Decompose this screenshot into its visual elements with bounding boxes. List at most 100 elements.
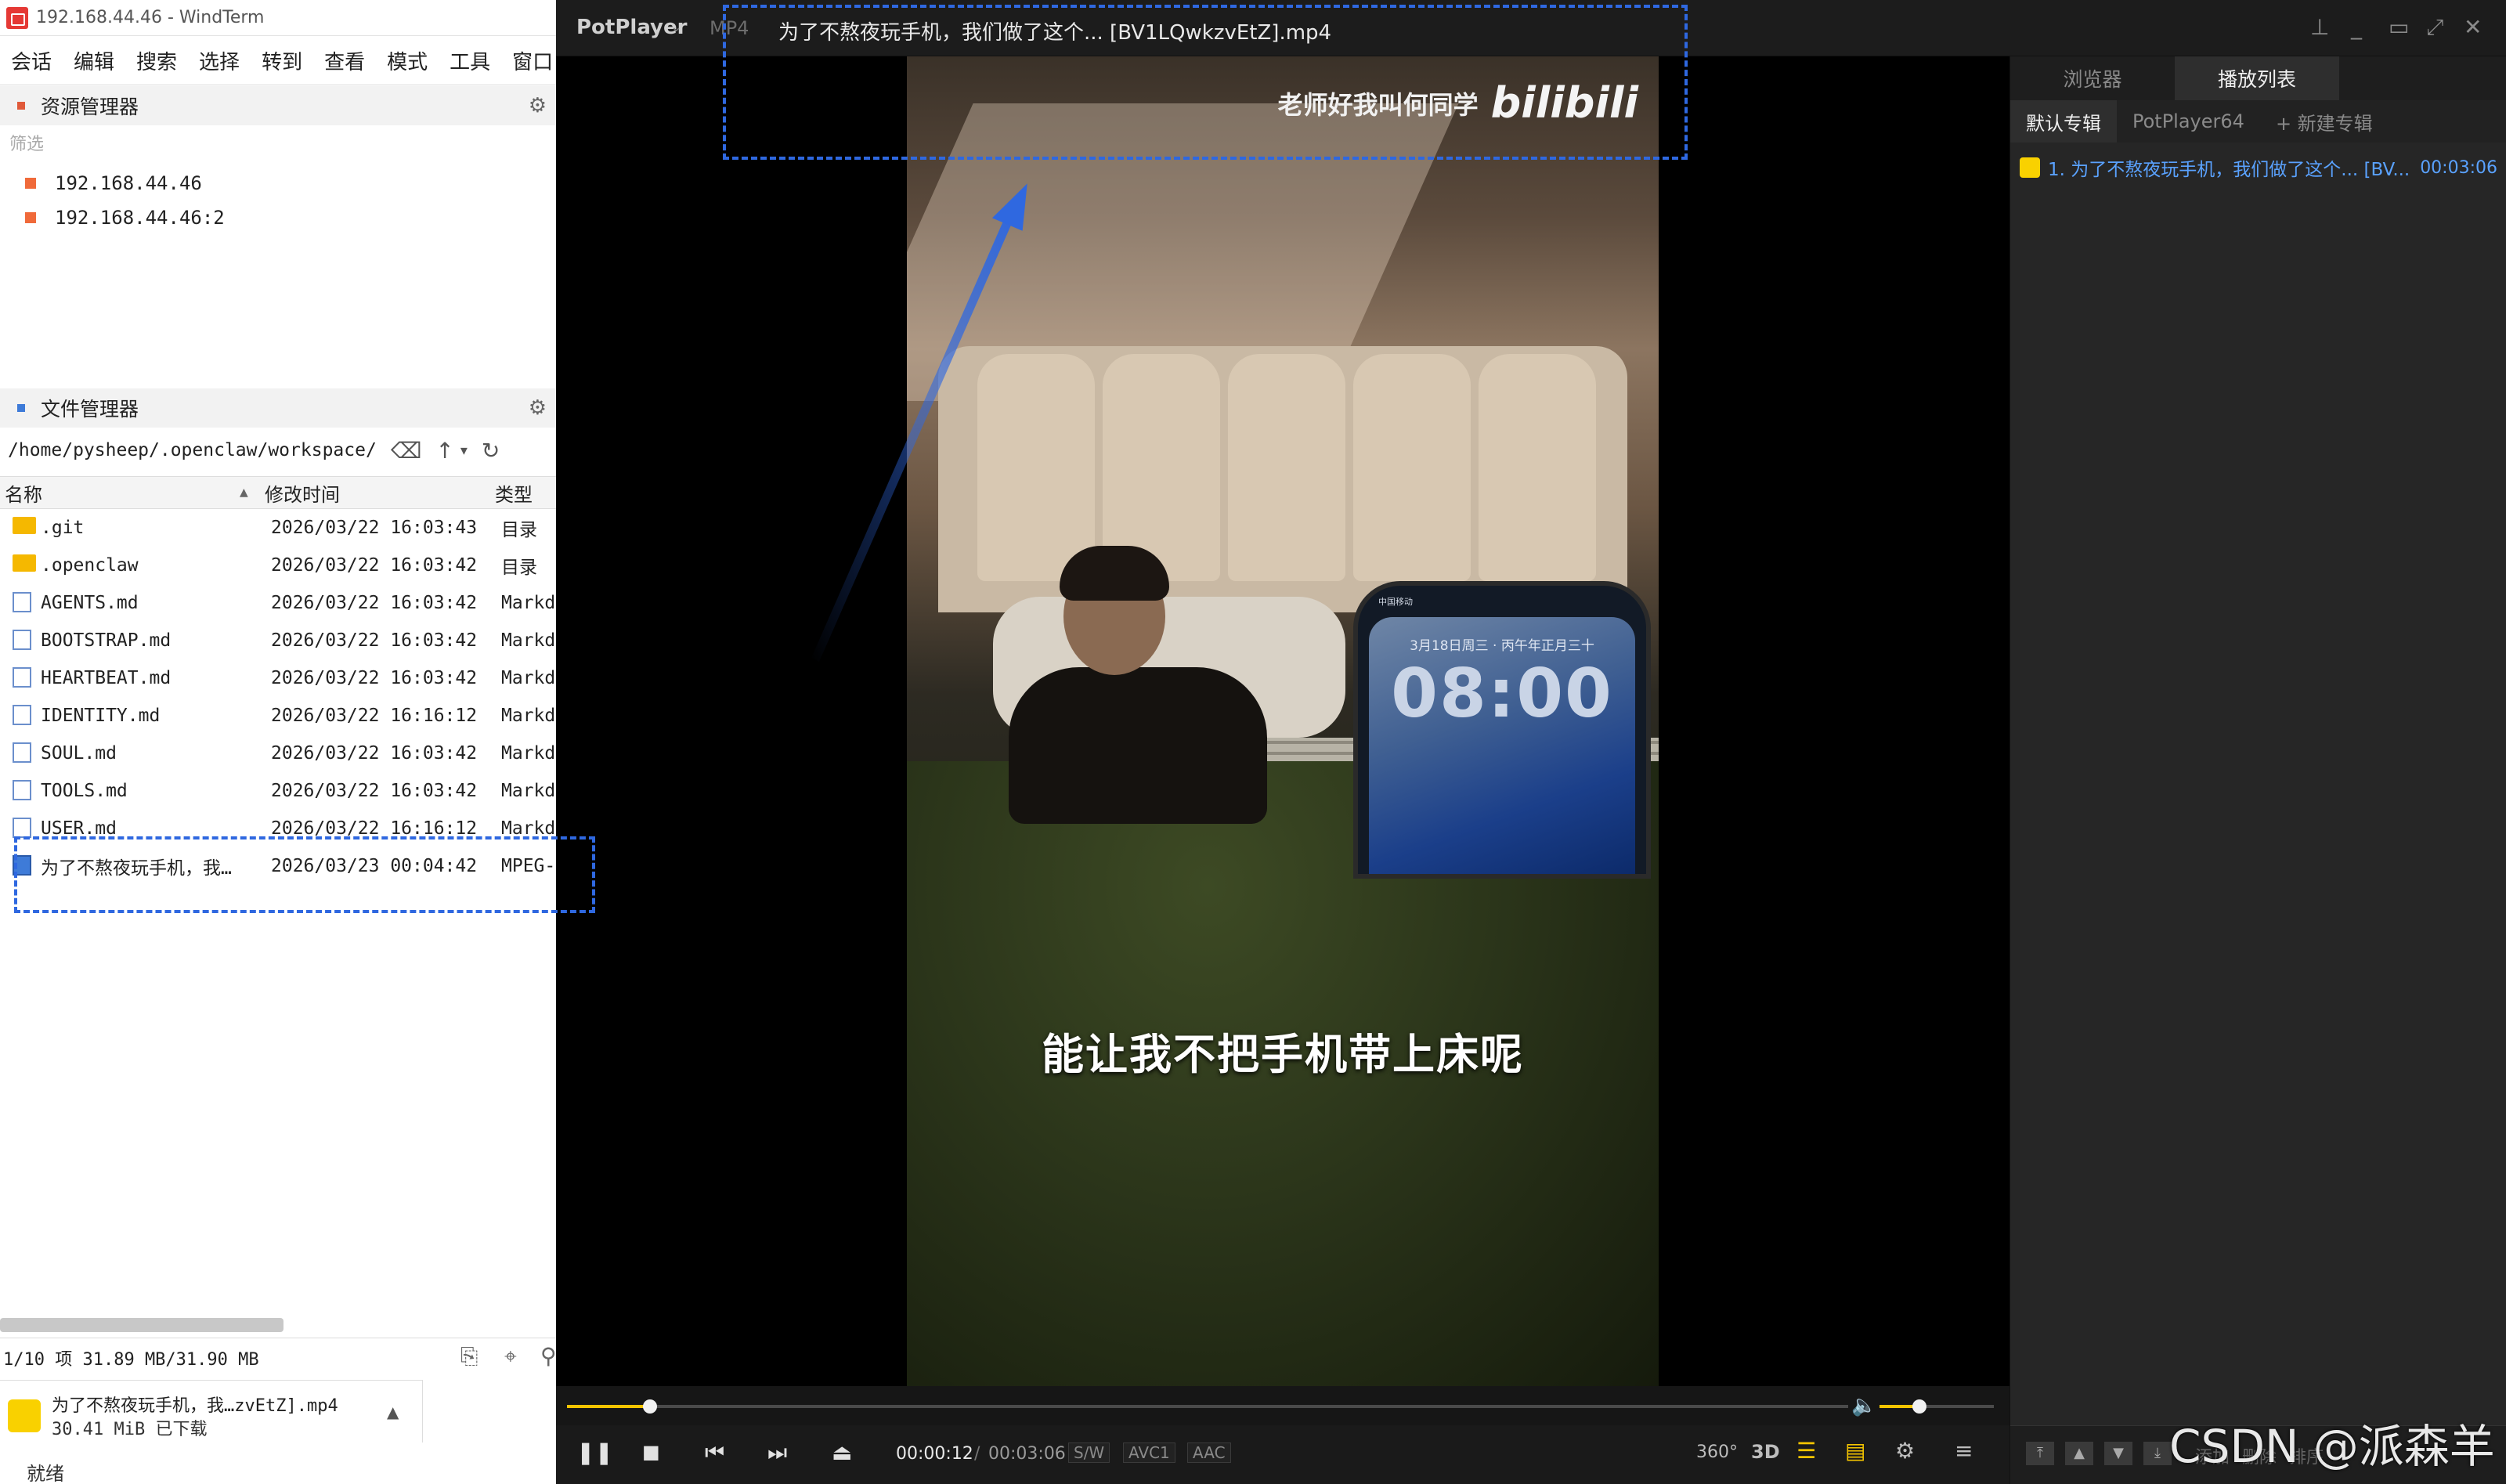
menu-mode[interactable]: 模式 (387, 46, 428, 75)
menu-edit[interactable]: 编辑 (74, 46, 114, 75)
file-name: BOOTSTRAP.md (41, 630, 172, 651)
stop-icon[interactable]: ■ (642, 1441, 660, 1463)
document-icon (13, 780, 31, 800)
gear-icon[interactable]: ⚙ (529, 396, 547, 420)
refresh-icon[interactable]: ↻ (482, 438, 500, 464)
tab-browser[interactable]: 浏览器 (2010, 56, 2175, 100)
playlist-search-icon[interactable]: ☰ (1796, 1438, 1816, 1464)
clear-path-icon[interactable]: ⌫ (391, 438, 422, 464)
horizontal-scrollbar[interactable] (0, 1318, 283, 1332)
column-modified[interactable]: 修改时间 (265, 479, 340, 507)
chevron-up-icon[interactable]: ▲ (387, 1403, 399, 1421)
seek-thumb[interactable] (643, 1399, 658, 1414)
close-icon[interactable]: ✕ (2464, 14, 2482, 40)
location-pin-icon[interactable]: ⌖ (504, 1343, 517, 1370)
column-type[interactable]: 类型 (495, 479, 533, 507)
column-name[interactable]: 名称 (5, 479, 42, 507)
panel-marker-icon (17, 404, 25, 412)
seek-row: 🔈 (556, 1386, 2009, 1425)
folder-export-icon[interactable]: ⎘ (460, 1343, 478, 1370)
file-modified: 2026/03/22 16:16:12 (271, 706, 478, 726)
file-row[interactable]: AGENTS.md 2026/03/22 16:03:42 Markd (0, 584, 556, 622)
menu-goto[interactable]: 转到 (262, 46, 302, 75)
history-dropdown-icon[interactable]: ▾ (460, 442, 468, 459)
previous-icon[interactable]: ⏮ (705, 1439, 724, 1466)
settings-icon[interactable]: ⚙ (1895, 1438, 1915, 1464)
file-row[interactable]: IDENTITY.md 2026/03/22 16:16:12 Markd (0, 697, 556, 735)
volume-slider[interactable] (1880, 1399, 1994, 1414)
total-time: 00:03:06 (988, 1444, 1066, 1464)
menu-search[interactable]: 搜索 (136, 46, 177, 75)
resource-filter-input[interactable]: 筛选 (9, 130, 44, 155)
file-name: IDENTITY.md (41, 706, 161, 726)
file-table-header: 名称 ▲ 修改时间 类型 (0, 476, 556, 509)
file-type: Markd (501, 668, 556, 688)
file-row[interactable]: .git 2026/03/22 16:03:43 目录 (0, 509, 556, 547)
user-icon[interactable]: ⚲ (540, 1343, 556, 1369)
file-row[interactable]: BOOTSTRAP.md 2026/03/22 16:03:42 Markd (0, 622, 556, 659)
menu-window[interactable]: 窗口 (512, 46, 553, 75)
album-potplayer64[interactable]: PotPlayer64 (2117, 100, 2260, 143)
next-icon[interactable]: ⏭ (767, 1439, 787, 1466)
file-manager-header: 文件管理器 ⚙ (0, 388, 556, 428)
seek-progress (567, 1405, 651, 1408)
menu-session[interactable]: 会话 (11, 46, 52, 75)
seek-bar[interactable] (567, 1399, 1848, 1414)
menu-select[interactable]: 选择 (199, 46, 240, 75)
annotation-box-file (14, 836, 595, 913)
volume-icon[interactable]: 🔈 (1851, 1394, 1876, 1417)
file-count-status: 1/10 项 31.89 MB/31.90 MB (3, 1349, 259, 1370)
file-row[interactable]: TOOLS.md 2026/03/22 16:03:42 Markd (0, 772, 556, 810)
video-codec-badge[interactable]: AVC1 (1123, 1442, 1175, 1463)
move-up-icon[interactable]: ▲ (2065, 1442, 2093, 1465)
vr-360-icon[interactable]: 360° (1696, 1442, 1738, 1462)
windterm-app-icon (6, 6, 28, 29)
up-directory-icon[interactable]: ↑ (435, 438, 453, 464)
menu-tools[interactable]: 工具 (450, 46, 490, 75)
file-row[interactable]: SOUL.md 2026/03/22 16:03:42 Markd (0, 735, 556, 772)
move-top-icon[interactable]: ⤒ (2026, 1442, 2054, 1465)
annotation-box-title (723, 5, 1688, 160)
gear-icon[interactable]: ⚙ (529, 94, 547, 117)
eject-icon[interactable]: ⏏ (832, 1439, 852, 1465)
file-type: Markd (501, 593, 556, 613)
file-row[interactable]: .openclaw 2026/03/22 16:03:42 目录 (0, 547, 556, 584)
file-modified: 2026/03/22 16:03:42 (271, 593, 478, 613)
session-item[interactable]: 192.168.44.46:2 (25, 207, 225, 229)
video-area[interactable]: 中国移动 3月18日周三 · 丙午年正月三十 08:00 老师好我叫何同学 bi… (556, 56, 2009, 1386)
tab-playlist[interactable]: 播放列表 (2175, 56, 2339, 100)
menu-view[interactable]: 查看 (324, 46, 365, 75)
audio-codec-badge[interactable]: AAC (1187, 1442, 1231, 1463)
session-icon (25, 178, 36, 189)
playlist-panel: 浏览器 播放列表 默认专辑 PotPlayer64 + 新建专辑 1. 为了不熬… (2009, 56, 2506, 1484)
volume-thumb[interactable] (1912, 1399, 1927, 1414)
decoder-badge[interactable]: S/W (1068, 1442, 1110, 1463)
file-name: AGENTS.md (41, 593, 139, 613)
video-frame: 中国移动 3月18日周三 · 丙午年正月三十 08:00 老师好我叫何同学 bi… (907, 56, 1659, 1386)
pin-icon[interactable]: ⊥ (2310, 14, 2329, 40)
download-filename: 为了不熬夜玩手机，我…zvEtZ].mp4 (52, 1396, 338, 1416)
subtitle-icon[interactable]: ▤ (1845, 1438, 1865, 1464)
file-type: Markd (501, 743, 556, 764)
person-body (1009, 667, 1267, 824)
fullscreen-icon[interactable]: ⤢ (2426, 14, 2443, 41)
path-input[interactable]: /home/pysheep/.openclaw/workspace/ (8, 440, 377, 460)
minimize-icon[interactable]: _ (2351, 14, 2362, 40)
album-default[interactable]: 默认专辑 (2010, 100, 2117, 143)
menu-icon[interactable]: ≡ (1955, 1438, 1973, 1464)
file-type: 目录 (501, 520, 537, 540)
move-down-icon[interactable]: ▼ (2104, 1442, 2132, 1465)
pause-icon[interactable]: ❚❚ (576, 1439, 613, 1465)
session-item[interactable]: 192.168.44.46 (25, 172, 202, 194)
session-label: 192.168.44.46 (55, 172, 202, 194)
folder-icon (13, 554, 36, 572)
maximize-icon[interactable]: ▭ (2389, 14, 2409, 40)
download-item[interactable]: 为了不熬夜玩手机，我…zvEtZ].mp4 30.41 MiB 已下载 ▲ (0, 1380, 423, 1442)
file-name: .git (41, 518, 85, 538)
new-album-button[interactable]: + 新建专辑 (2260, 100, 2389, 143)
file-row[interactable]: HEARTBEAT.md 2026/03/22 16:03:42 Markd (0, 659, 556, 697)
3d-icon[interactable]: 3D (1751, 1441, 1780, 1463)
chevron-down-icon[interactable]: ⌄ (670, 19, 682, 35)
playlist-item[interactable]: 1. 为了不熬夜玩手机，我们做了这个... [BV... 00:03:06 (2010, 152, 2506, 183)
move-bottom-icon[interactable]: ⤓ (2143, 1442, 2172, 1465)
